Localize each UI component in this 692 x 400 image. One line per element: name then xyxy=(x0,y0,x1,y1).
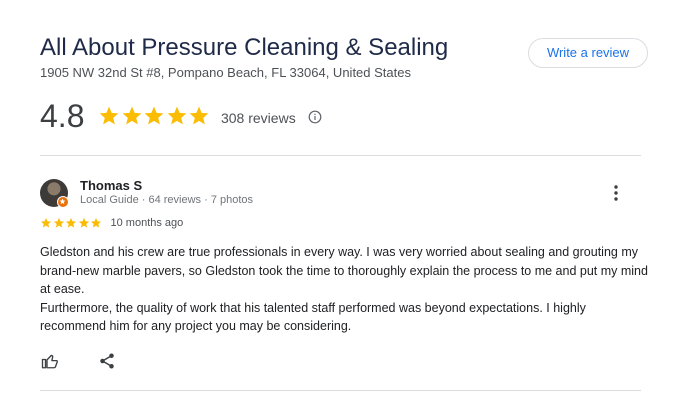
review-paragraph: Furthermore, the quality of work that hi… xyxy=(40,300,586,334)
more-vertical-icon[interactable] xyxy=(606,182,626,204)
star-icon xyxy=(122,106,142,125)
share-icon[interactable] xyxy=(96,350,118,372)
star-icon xyxy=(190,106,209,125)
star-icon xyxy=(100,106,119,125)
star-icon xyxy=(167,106,187,125)
review-count-link[interactable]: 308 reviews xyxy=(221,106,296,126)
thumbs-up-icon[interactable] xyxy=(39,350,61,372)
rating-summary: 4.8 308 reviews xyxy=(40,96,322,136)
reviewer-meta: Local Guide · 64 reviews · 7 photos xyxy=(80,194,254,206)
avatar[interactable] xyxy=(40,179,69,208)
review-paragraph: Gledston and his crew are true professio… xyxy=(40,245,648,297)
info-icon[interactable] xyxy=(308,108,322,124)
reviewer-name[interactable]: Thomas S xyxy=(80,178,142,193)
star-icon xyxy=(40,217,52,228)
star-icon xyxy=(65,217,77,228)
star-icon xyxy=(90,217,102,228)
review-rating: 10 months ago xyxy=(40,217,183,229)
star-icon xyxy=(53,217,64,228)
rating-stars xyxy=(98,105,211,127)
star-icon xyxy=(145,106,164,125)
average-rating: 4.8 xyxy=(40,98,85,134)
local-guide-badge-icon xyxy=(57,196,69,208)
business-name: All About Pressure Cleaning & Sealing xyxy=(40,34,449,61)
write-review-button[interactable]: Write a review xyxy=(528,38,648,68)
review-text: Gledston and his crew are true professio… xyxy=(40,243,650,336)
divider xyxy=(40,155,641,156)
review-date: 10 months ago xyxy=(110,217,184,229)
review-stars xyxy=(40,217,103,229)
reviews-panel: All About Pressure Cleaning & Sealing 19… xyxy=(0,0,692,400)
star-icon xyxy=(78,217,89,228)
divider xyxy=(40,390,641,391)
business-address: 1905 NW 32nd St #8, Pompano Beach, FL 33… xyxy=(40,65,411,80)
